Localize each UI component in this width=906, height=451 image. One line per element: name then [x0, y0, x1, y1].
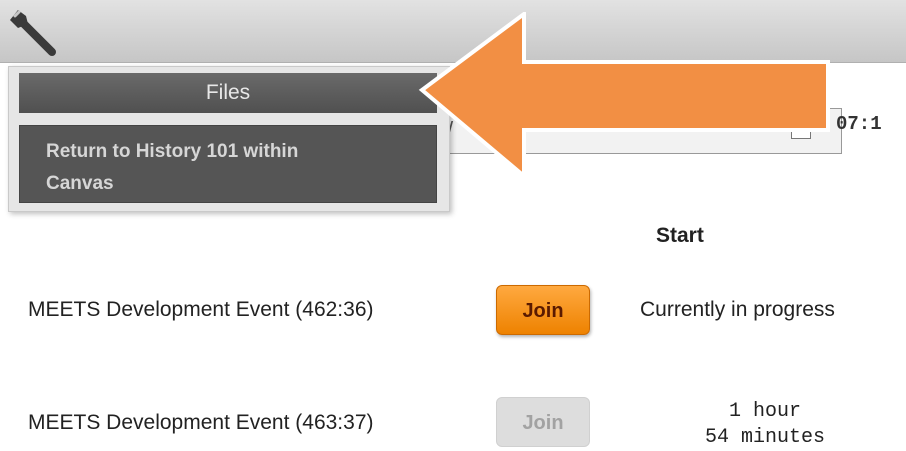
menu-item-return-line1: Return to History 101 within — [46, 141, 299, 162]
annotation-arrow-icon — [418, 12, 830, 180]
join-button-disabled: Join — [496, 397, 590, 447]
wrench-icon[interactable] — [6, 6, 62, 58]
start-column-header: Start — [656, 224, 704, 247]
event-name: MEETS Development Event (463:37) — [28, 411, 374, 434]
countdown-line1: 1 hour — [728, 400, 801, 423]
event-name: MEETS Development Event (462:36) — [28, 298, 374, 321]
event-start-countdown: 1 hour 54 minutes — [690, 399, 840, 451]
countdown-line2: 54 minutes — [704, 426, 826, 449]
event-start-status: Currently in progress — [640, 298, 835, 321]
clock-readout: 07:1 — [836, 113, 882, 135]
tools-dropdown-menu: Files Return to History 101 within Canva… — [8, 66, 450, 212]
join-button[interactable]: Join — [496, 285, 590, 335]
menu-item-return-line2: Canvas — [46, 173, 114, 194]
menu-item-return-to-canvas[interactable]: Return to History 101 within Canvas — [19, 125, 437, 203]
menu-item-files[interactable]: Files — [19, 73, 437, 113]
